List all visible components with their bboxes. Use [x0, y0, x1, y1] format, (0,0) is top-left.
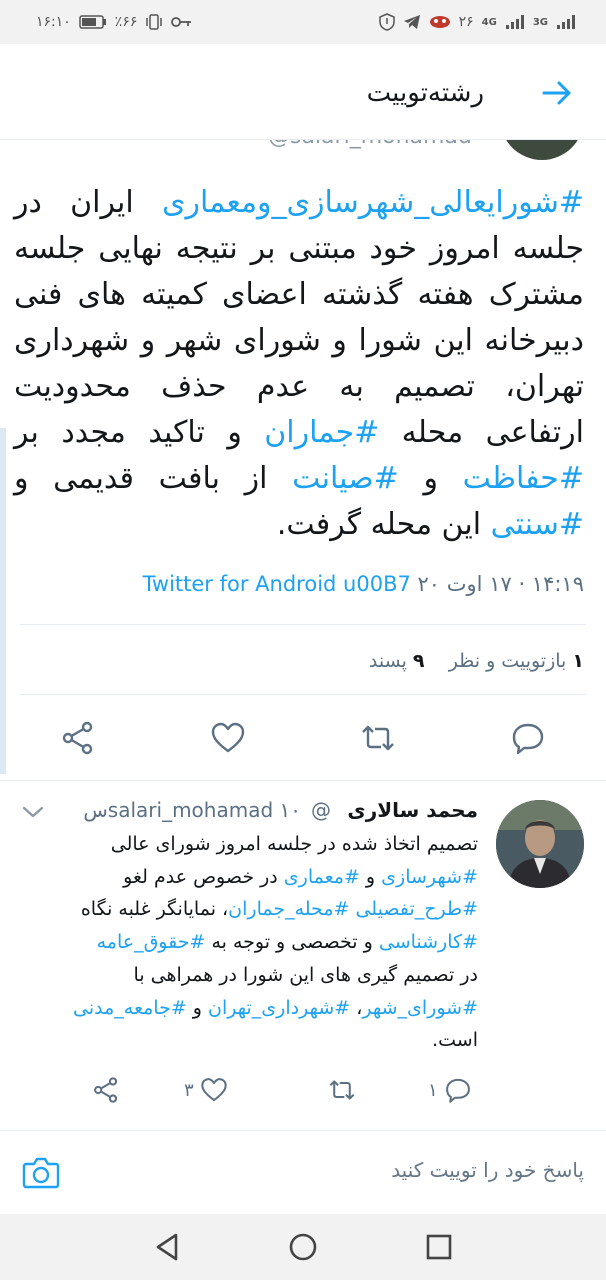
reply-author-name[interactable]: محمد سالاری [347, 798, 478, 822]
reply-text-run: و تخصصی و توجه به [205, 931, 379, 954]
system-nav-bar [0, 1214, 606, 1280]
reply-reply-action[interactable]: ۱ [428, 1076, 472, 1104]
top-app-bar: رشته‌توییت [0, 44, 606, 140]
clock: ۱۶:۱۰ [36, 14, 71, 30]
tweet-timestamp: ۱۴:۱۹ · ۱۷ اوت ۲۰ [417, 572, 584, 596]
reply-replies-count: ۱ [428, 1079, 438, 1101]
share-icon [94, 1077, 118, 1103]
notification-count: ۲۶ [458, 14, 474, 30]
tweet-text-run: و تاکید مجدد بر [14, 415, 265, 450]
heart-icon [200, 1078, 227, 1102]
tweet-meta: ۱۴:۱۹ · ۱۷ اوت ۲۰ Twitter for Android u0… [143, 572, 584, 596]
hashtag-link[interactable]: #صیانت [292, 461, 399, 496]
key-icon [171, 17, 192, 27]
signal-icon-2 [557, 15, 575, 29]
retweet-icon[interactable] [360, 720, 396, 756]
arrow-right-icon[interactable] [540, 76, 574, 110]
reply-text-run: و [186, 996, 209, 1019]
tweet-stats: ۱ بازتوییت و نظر ۹ پسند [369, 650, 584, 672]
hashtag-link[interactable]: #محله_جماران [228, 898, 349, 920]
status-bar: ۱۶:۱۰ ٪۶۶ ۲۶ 4G 3G [0, 0, 606, 44]
hashtag-link[interactable]: #شورای_شهر [362, 997, 478, 1019]
reply-retweet-action[interactable] [328, 1076, 356, 1104]
back-nav-icon[interactable] [152, 1232, 182, 1262]
previous-tweet-peek: @salari_mohamad [0, 140, 606, 168]
chevron-down-icon[interactable] [20, 802, 46, 822]
battery-icon [79, 15, 106, 29]
hashtag-link[interactable]: #سنتی [491, 507, 584, 542]
reply-text-run: است. [432, 1029, 478, 1052]
reply-text-run: و [359, 865, 382, 888]
hashtag-link[interactable]: #طرح_تفصیلی [355, 898, 478, 920]
reply-icon[interactable] [510, 720, 546, 756]
hashtag-link[interactable]: #معماری [284, 866, 360, 888]
hashtag-link[interactable]: #شهرداری_تهران [208, 997, 350, 1019]
reply-text-line: تصمیم اتخاذ شده در جلسه امروز شورای عالی [32, 828, 478, 861]
shield-icon [378, 13, 395, 31]
reply-text-line: #کارشناسی و تخصصی و توجه به #حقوق_عامه [32, 926, 478, 959]
divider [20, 624, 586, 625]
reply-text-line: #شورای_شهر، #شهرداری_تهران و #جامعه_مدنی [32, 992, 478, 1025]
page-title: رشته‌توییت [366, 78, 484, 108]
divider [0, 780, 606, 781]
retweets-label[interactable]: بازتوییت و نظر [449, 650, 567, 672]
likes-label[interactable]: پسند [369, 650, 407, 672]
divider [20, 694, 586, 695]
reply-text-line: است. [32, 1024, 478, 1057]
hashtag-link[interactable]: #حفاظت [463, 461, 584, 496]
mask-icon [429, 16, 450, 28]
likes-count[interactable]: ۹ [413, 650, 425, 672]
reply-text-line: در تصمیم گیری های این شورا در همراهی با [32, 959, 478, 992]
tweet-text-run: از بافت قدیمی و [14, 461, 293, 496]
reply-actions: ۱ ۳ [0, 1076, 606, 1112]
network-4g: 4G [481, 16, 497, 28]
tweet-text-run: و [398, 461, 463, 496]
tweet-source[interactable]: Twitter for Android u00B7 [143, 572, 411, 596]
reply-text-run: ، [350, 996, 363, 1019]
tweet-text: #شورایعالی_شهرسازی_ومعماری ایران در جلسه… [14, 180, 584, 548]
hashtag-link[interactable]: #حقوق_عامه [97, 931, 206, 953]
reply-text: تصمیم اتخاذ شده در جلسه امروز شورای عالی… [32, 828, 478, 1057]
reply-text-run: تصمیم اتخاذ شده در جلسه امروز شورای عالی [110, 833, 478, 855]
share-icon[interactable] [60, 720, 96, 756]
hashtag-link[interactable]: #جماران [264, 415, 379, 450]
heart-icon[interactable] [210, 720, 246, 756]
network-3g: 3G [532, 16, 548, 28]
retweets-count[interactable]: ۱ [572, 650, 584, 672]
reply-text-line: #شهرسازی و #معماری در خصوص عدم لغو [32, 861, 478, 894]
tweet-text-run: ایران در جلسه امروز خود مبتنی بر نتیجه ن… [14, 185, 584, 450]
avatar[interactable] [496, 800, 584, 888]
avatar-photo [496, 800, 584, 888]
hashtag-link[interactable]: #کارشناسی [379, 931, 478, 953]
tweet-text-run: این محله گرفت. [276, 507, 491, 542]
battery-percent: ٪۶۶ [114, 14, 138, 30]
reply-like-action[interactable]: ۳ [184, 1076, 228, 1104]
avatar[interactable] [500, 140, 584, 160]
reply-text-run: ، نمایانگر غلبه نگاه [80, 898, 229, 921]
reply-share-action[interactable] [92, 1076, 120, 1104]
hashtag-link[interactable]: #شورایعالی_شهرسازی_ومعماری [162, 185, 584, 220]
tweet-actions [0, 720, 606, 764]
signal-icon [505, 15, 524, 29]
reply-text-run: در خصوص عدم لغو [123, 865, 284, 888]
status-right: ۲۶ 4G 3G [378, 13, 576, 31]
reply-text-line: #طرح_تفصیلی #محله_جماران، نمایانگر غلبه … [32, 893, 478, 926]
reply-input[interactable]: پاسخ خود را توییت کنید [391, 1158, 584, 1182]
hashtag-link[interactable]: #شهرسازی [381, 866, 478, 888]
home-nav-icon[interactable] [288, 1232, 318, 1262]
reply-likes-count: ۳ [184, 1079, 194, 1101]
telegram-icon [403, 15, 420, 29]
status-left: ۱۶:۱۰ ٪۶۶ [36, 14, 193, 30]
reply-composer[interactable]: پاسخ خود را توییت کنید [0, 1130, 606, 1214]
reply-text-run: در تصمیم گیری های این شورا در همراهی با [133, 963, 478, 986]
reply-icon [445, 1078, 470, 1103]
peek-handle: @salari_mohamad [268, 140, 472, 149]
retweet-icon [329, 1080, 355, 1100]
recents-nav-icon[interactable] [424, 1232, 454, 1262]
camera-icon[interactable] [22, 1155, 60, 1189]
vibrate-icon [146, 14, 163, 30]
hashtag-link[interactable]: #جامعه_مدنی [73, 997, 187, 1019]
reply-header: محمد سالاری @salari_mohamad ۱۰س [83, 798, 478, 822]
